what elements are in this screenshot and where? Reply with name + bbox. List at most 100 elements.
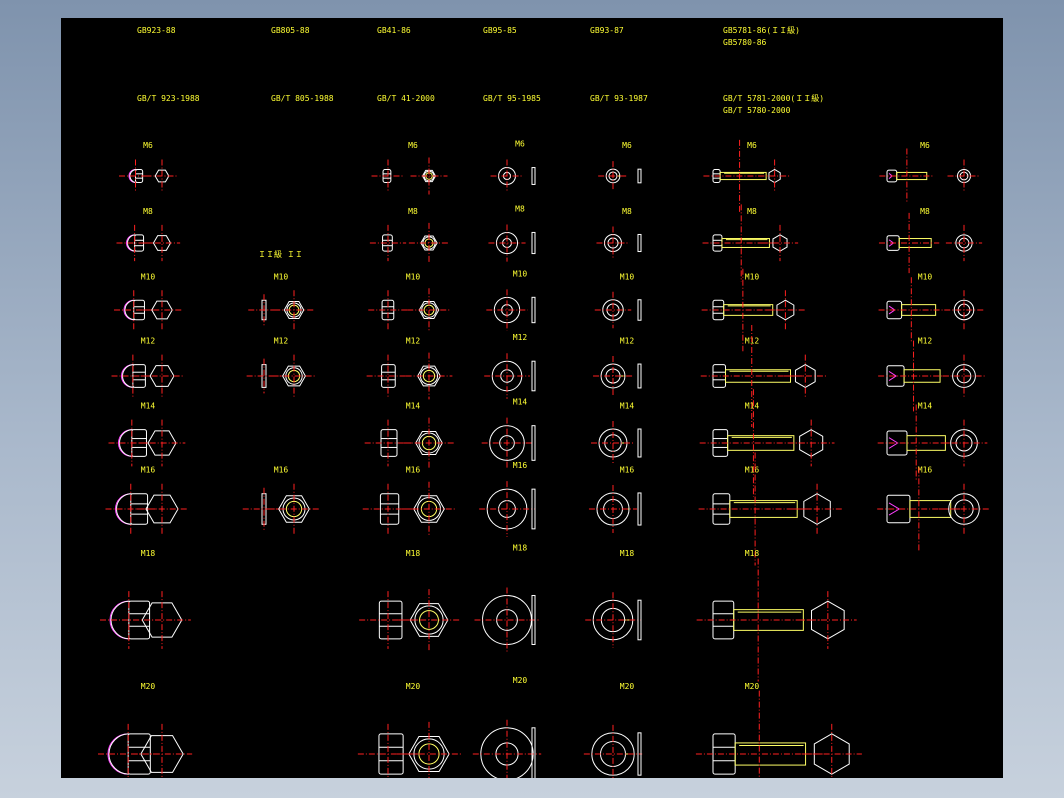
size-label: M10 xyxy=(745,272,760,281)
size-label: M12 xyxy=(274,337,289,346)
header-row-2: GB/T 923-1988 GB/T 805-1988 GB/T 41-2000… xyxy=(137,93,824,115)
thin_nut-m16: M16 xyxy=(242,466,320,535)
size-label: M10 xyxy=(513,269,528,278)
hex_nut-m18: M18 xyxy=(359,549,460,651)
cap_nut-m14: M14 xyxy=(108,402,186,467)
cap_nut-m16: M16 xyxy=(105,466,188,535)
spring_washer-m16: M16 xyxy=(588,466,642,534)
size-label: M8 xyxy=(622,207,632,216)
size-label: M20 xyxy=(513,676,528,685)
spring-washer-side xyxy=(637,168,642,184)
washer-side xyxy=(531,296,536,324)
spring-washer-side xyxy=(637,233,642,253)
hex_nut-m20: M20 xyxy=(357,682,462,778)
size-label: M8 xyxy=(143,207,153,216)
size-label: M10 xyxy=(918,272,933,281)
size-label: M18 xyxy=(745,549,760,558)
cap_nut-m20: M20 xyxy=(98,682,193,778)
plain_washer-m10: M10 xyxy=(486,269,536,331)
hex_nut-m6: M6 xyxy=(371,141,448,195)
socket_screw-m16: M16 xyxy=(877,466,990,551)
size-label: M16 xyxy=(918,466,933,475)
hex_bolt-m8: M8 xyxy=(702,204,799,282)
cap_nut-m12: M12 xyxy=(111,337,184,398)
size-label: M12 xyxy=(918,337,933,346)
fastener-drawing: GB923-88 GB805-88 GB41-86 GB95-85 GB93-8… xyxy=(98,25,990,778)
hex_bolt-m6: M6 xyxy=(703,139,792,213)
size-label: M6 xyxy=(515,140,525,149)
size-label: M12 xyxy=(513,333,528,342)
spring_washer-m20: M20 xyxy=(583,682,643,778)
size-label: M8 xyxy=(920,207,930,216)
size-label: M16 xyxy=(513,461,528,470)
size-label: M16 xyxy=(274,466,289,475)
size-label: M14 xyxy=(406,402,421,411)
socket_screw-m14: M14 xyxy=(877,402,988,482)
size-label: M14 xyxy=(918,402,933,411)
cap_nut-m10: M10 xyxy=(114,272,182,330)
size-label: M8 xyxy=(515,204,525,213)
washer-side xyxy=(531,488,536,530)
size-label: M12 xyxy=(620,337,635,346)
cap_nut-m18: M18 xyxy=(100,549,191,649)
hex_nut-m12: M12 xyxy=(366,337,453,400)
thin_nut-m10: M10 xyxy=(248,272,314,330)
size-label: M16 xyxy=(141,466,156,475)
screw-shank xyxy=(896,171,928,181)
size-label: M18 xyxy=(141,549,156,558)
header-gb5781: GB5781-86(ＩＩ級) xyxy=(723,25,800,35)
header-gbt923: GB/T 923-1988 xyxy=(137,94,200,103)
spring-washer-side xyxy=(637,363,642,389)
size-label: M12 xyxy=(406,337,421,346)
cap_nut-m6: M6 xyxy=(119,141,179,193)
spring_washer-m6: M6 xyxy=(598,141,642,191)
size-label: M10 xyxy=(141,272,156,281)
hex_bolt-m20: M20 xyxy=(695,682,862,778)
size-label: M12 xyxy=(141,337,156,346)
washer-side xyxy=(531,167,536,185)
column-note: ＩＩ級 ＩＩ xyxy=(258,249,303,259)
size-label: M14 xyxy=(745,402,760,411)
socket_screw-m6: M6 xyxy=(879,141,981,204)
header-gb95: GB95-85 xyxy=(483,26,517,35)
cap_nut-m8: M8 xyxy=(116,207,181,262)
header-gb923: GB923-88 xyxy=(137,26,176,35)
size-label: M6 xyxy=(622,141,632,150)
header-gb93: GB93-87 xyxy=(590,26,624,35)
plain_washer-m20: M20 xyxy=(472,676,542,778)
plain_washer-m12: M12 xyxy=(484,333,536,399)
header-gbt5781: GB/T 5781-2000(ＩＩ級) xyxy=(723,93,824,103)
size-label: M10 xyxy=(274,272,289,281)
size-label: M6 xyxy=(747,141,757,150)
size-label: M20 xyxy=(406,682,421,691)
size-label: M18 xyxy=(620,549,635,558)
plain_washer-m16: M16 xyxy=(479,461,536,537)
socket_screw-m8: M8 xyxy=(878,207,983,274)
washer-side xyxy=(531,360,536,392)
washer-side xyxy=(531,231,536,255)
socket_screw-m10: M10 xyxy=(878,272,984,343)
spring-washer-side xyxy=(637,428,642,458)
size-label: M6 xyxy=(408,141,418,150)
size-label: M14 xyxy=(620,402,635,411)
size-label: M6 xyxy=(143,141,153,150)
spring_washer-m14: M14 xyxy=(591,402,642,465)
spring_washer-m10: M10 xyxy=(594,272,642,329)
size-label: M20 xyxy=(620,682,635,691)
header-gbt5780: GB/T 5780-2000 xyxy=(723,106,791,115)
size-label: M18 xyxy=(406,549,421,558)
hex_bolt-m16: M16 xyxy=(698,452,843,566)
header-gbt95: GB/T 95-1985 xyxy=(483,94,541,103)
plain_washer-m6: M6 xyxy=(490,140,536,193)
size-label: M10 xyxy=(620,272,635,281)
drawing-canvas: GB923-88 GB805-88 GB41-86 GB95-85 GB93-8… xyxy=(61,18,1003,778)
size-label: M16 xyxy=(745,466,760,475)
hex-nut-chamfer xyxy=(413,738,445,770)
screw-shank xyxy=(901,304,937,316)
hex_nut-m10: M10 xyxy=(368,272,451,332)
spring_washer-m18: M18 xyxy=(585,549,642,648)
hex_nut-m8: M8 xyxy=(369,207,450,264)
size-label: M14 xyxy=(513,398,528,407)
spring-washer-side xyxy=(637,599,642,641)
washer-side xyxy=(531,425,536,461)
